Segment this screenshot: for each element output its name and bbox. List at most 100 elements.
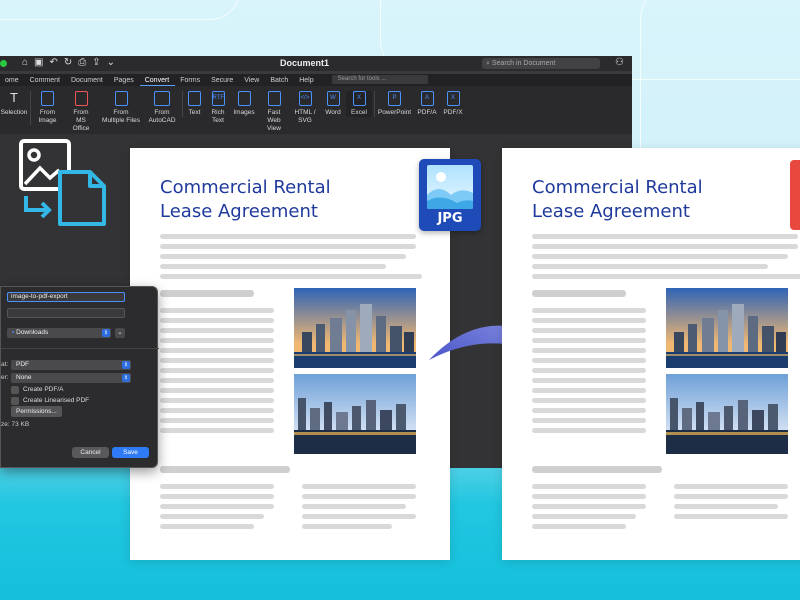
cancel-button[interactable]: Cancel bbox=[72, 447, 109, 458]
text-line bbox=[532, 408, 646, 413]
text-line bbox=[160, 244, 416, 249]
background-decoration bbox=[0, 0, 240, 20]
create-pdfa-checkbox[interactable] bbox=[11, 386, 19, 394]
excel-label: Excel bbox=[351, 109, 367, 116]
create-linearised-checkbox[interactable] bbox=[11, 397, 19, 405]
from-ms-office-label: From MS Office bbox=[72, 109, 90, 132]
menu-convert[interactable]: Convert bbox=[139, 74, 176, 86]
from-autocad-button[interactable]: From AutoCAD bbox=[144, 91, 180, 125]
pdf-title-line-1: Commercial Rental bbox=[532, 177, 703, 198]
more-icon[interactable]: ⌄ bbox=[107, 57, 115, 68]
word-button[interactable]: W Word bbox=[320, 91, 346, 117]
location-select[interactable]: ▪ Downloads ⇕ bbox=[7, 328, 111, 338]
location-expand-button[interactable]: ⌄ bbox=[115, 328, 125, 338]
menu-comment[interactable]: Comment bbox=[25, 74, 66, 86]
create-pdfa-label: Create PDF/A bbox=[23, 386, 64, 393]
save-icon[interactable]: ▣ bbox=[34, 57, 43, 68]
tags-input[interactable] bbox=[7, 308, 125, 318]
user-icon[interactable]: ⚇ bbox=[615, 57, 624, 68]
image-to-document-icon bbox=[19, 139, 106, 226]
rich-text-button[interactable]: RTF Rich Text bbox=[206, 91, 230, 125]
text-line bbox=[674, 494, 788, 499]
text-line bbox=[302, 504, 406, 509]
menu-forms[interactable]: Forms bbox=[175, 74, 206, 86]
text-file-icon bbox=[188, 91, 201, 106]
pdfx-label: PDF/X bbox=[443, 109, 463, 116]
text-line bbox=[532, 274, 800, 279]
pdfx-button[interactable]: X PDF/X bbox=[440, 91, 466, 117]
menu-batch[interactable]: Batch bbox=[265, 74, 294, 86]
convert-ribbon: T Selection From Image From MS Office Fro… bbox=[0, 86, 632, 134]
menu-document[interactable]: Document bbox=[66, 74, 109, 86]
menu-pages[interactable]: Pages bbox=[109, 74, 140, 86]
excel-button[interactable]: X Excel bbox=[346, 91, 372, 117]
html-svg-label: HTML / SVG bbox=[294, 109, 316, 124]
from-image-label: From Image bbox=[38, 109, 57, 124]
pdf-title-line-2: Lease Agreement bbox=[532, 201, 690, 222]
undo-icon[interactable]: ↶ bbox=[50, 57, 58, 68]
menu-secure[interactable]: Secure bbox=[206, 74, 239, 86]
title-bar-toolbar: ⌂ ▣ ↶ ↻ ⎙ ⇪ ⌄ bbox=[22, 57, 115, 68]
text-line bbox=[160, 398, 274, 403]
converted-pdf-page: Commercial Rental Lease Agreement bbox=[502, 148, 800, 560]
print-icon[interactable]: ⎙ bbox=[78, 57, 86, 68]
permissions-button[interactable]: Permissions... bbox=[11, 406, 62, 417]
from-multiple-files-button[interactable]: From Multiple Files bbox=[98, 91, 144, 125]
html-svg-button[interactable]: </> HTML / SVG bbox=[290, 91, 320, 125]
city-skyline-photo-2 bbox=[294, 374, 416, 454]
text-line bbox=[302, 514, 416, 519]
file-size-text: ze: 73 KB bbox=[1, 421, 30, 428]
text-line bbox=[532, 328, 646, 333]
powerpoint-label: PowerPoint bbox=[377, 109, 412, 116]
text-line bbox=[160, 264, 386, 269]
from-image-button[interactable]: From Image bbox=[30, 91, 64, 125]
from-ms-office-button[interactable]: From MS Office bbox=[64, 91, 98, 133]
text-line bbox=[160, 348, 274, 353]
text-line bbox=[160, 234, 416, 239]
format-select[interactable]: PDF ⇕ bbox=[11, 360, 131, 370]
fast-web-view-button[interactable]: Fast Web View bbox=[258, 91, 290, 133]
pdfa-label: PDF/A bbox=[417, 109, 437, 116]
text-button[interactable]: Text bbox=[182, 91, 206, 117]
selection-button[interactable]: T Selection bbox=[0, 91, 28, 117]
format-label: at: bbox=[1, 361, 9, 368]
filename-input[interactable]: image-to-pdf-export bbox=[7, 292, 125, 302]
text-line bbox=[160, 408, 274, 413]
text-line bbox=[532, 358, 646, 363]
chevron-updown-icon: ⇕ bbox=[122, 361, 130, 369]
title-bar: ⌂ ▣ ↶ ↻ ⎙ ⇪ ⌄ Document1 ⌕ Search in Docu… bbox=[0, 56, 632, 71]
text-line bbox=[160, 494, 274, 499]
text-line bbox=[532, 368, 646, 373]
document-search-input[interactable]: ⌕ Search in Document bbox=[482, 58, 600, 69]
text-line bbox=[160, 514, 264, 519]
text-line bbox=[160, 358, 274, 363]
powerpoint-button[interactable]: P PowerPoint bbox=[374, 91, 414, 117]
text-line bbox=[160, 318, 274, 323]
menu-view[interactable]: View bbox=[239, 74, 265, 86]
menu-help[interactable]: Help bbox=[294, 74, 319, 86]
text-line bbox=[160, 484, 274, 489]
pdfa-button[interactable]: A PDF/A bbox=[414, 91, 440, 117]
text-line bbox=[532, 318, 646, 323]
section-heading-line bbox=[160, 466, 290, 473]
powerpoint-icon: P bbox=[388, 91, 401, 106]
window-zoom-button[interactable] bbox=[0, 60, 7, 67]
city-skyline-photo-2 bbox=[666, 374, 788, 454]
text-line bbox=[160, 388, 274, 393]
text-line bbox=[160, 328, 274, 333]
text-line bbox=[160, 254, 406, 259]
text-label: Text bbox=[188, 109, 201, 116]
image-file-icon bbox=[41, 91, 54, 106]
chevron-updown-icon: ⇕ bbox=[122, 374, 130, 382]
share-icon[interactable]: ⇪ bbox=[92, 57, 100, 68]
redo-icon[interactable]: ↻ bbox=[64, 57, 72, 68]
image-icon bbox=[237, 91, 251, 106]
home-icon[interactable]: ⌂ bbox=[22, 57, 28, 68]
images-button[interactable]: Images bbox=[230, 91, 258, 117]
save-button[interactable]: Save bbox=[112, 447, 149, 458]
next-page-edge bbox=[790, 160, 800, 230]
text-line bbox=[532, 418, 646, 423]
menu-home[interactable]: ome bbox=[0, 74, 25, 86]
filter-select[interactable]: None ⇕ bbox=[11, 373, 131, 383]
tool-search-input[interactable]: Search for tools ... bbox=[331, 75, 428, 84]
